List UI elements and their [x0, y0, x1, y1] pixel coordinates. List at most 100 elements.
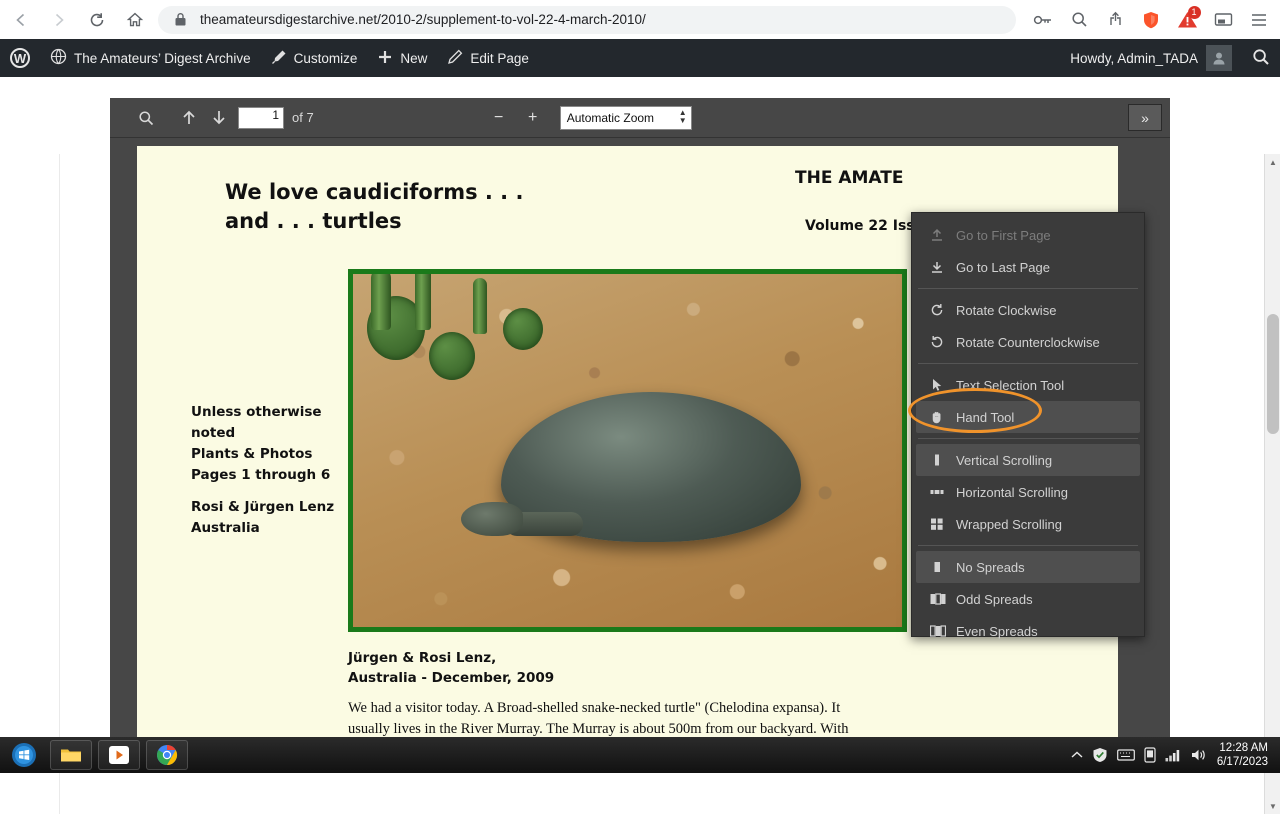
turtle-head	[461, 502, 523, 536]
system-tray: 12:28 AM 6/17/2023	[1071, 741, 1280, 769]
site-name-label: The Amateurs’ Digest Archive	[74, 50, 251, 66]
zoom-out-button[interactable]: −	[486, 106, 512, 130]
menu-separator	[918, 288, 1138, 289]
taskbar-file-explorer[interactable]	[50, 740, 92, 770]
edit-page-label: Edit Page	[470, 50, 529, 66]
wordpress-logo-icon: W	[10, 48, 30, 68]
antivirus-icon[interactable]	[1092, 747, 1108, 763]
hamburger-menu-icon[interactable]	[1242, 3, 1276, 37]
menu-label: Rotate Counterclockwise	[956, 334, 1100, 350]
menu-label: Horizontal Scrolling	[956, 484, 1068, 500]
pencil-icon	[447, 49, 463, 68]
reload-button[interactable]	[80, 3, 114, 37]
sidebar-note-line3: Plants & Photos	[191, 446, 313, 462]
horizontal-scroll-icon	[930, 485, 950, 499]
cactus-column	[473, 278, 487, 334]
menu-item-rotate-clockwise[interactable]: Rotate Clockwise	[912, 294, 1144, 326]
pdf-title-block: We love caudiciforms . . . and . . . tur…	[225, 178, 523, 236]
pdf-title-line2: and . . . turtles	[225, 209, 402, 233]
wrapped-scroll-icon	[930, 517, 950, 531]
menu-item-wrapped-scrolling[interactable]: Wrapped Scrolling	[912, 508, 1144, 540]
back-button[interactable]	[4, 3, 38, 37]
taskbar-chrome[interactable]	[146, 740, 188, 770]
pdf-title-line1: We love caudiciforms . . .	[225, 180, 524, 204]
secondary-toolbar-toggle[interactable]: »	[1128, 104, 1162, 131]
plus-icon	[377, 49, 393, 68]
menu-item-rotate-counterclockwise[interactable]: Rotate Counterclockwise	[912, 326, 1144, 358]
home-button[interactable]	[118, 3, 152, 37]
toolbar-right-actions: 1	[1024, 3, 1280, 37]
menu-item-vertical-scrolling[interactable]: Vertical Scrolling	[916, 444, 1140, 476]
menu-item-odd-spreads[interactable]: Odd Spreads	[912, 583, 1144, 615]
sidebar-credit-line1: Rosi & Jürgen Lenz	[191, 499, 335, 515]
highlight-annotation	[908, 388, 1042, 433]
adminbar-site-name[interactable]: The Amateurs’ Digest Archive	[40, 39, 261, 77]
menu-label: Wrapped Scrolling	[956, 516, 1062, 532]
adminbar-search[interactable]	[1242, 39, 1280, 77]
next-page-button[interactable]	[205, 105, 233, 131]
site-icon	[50, 48, 67, 68]
menu-item-go-to-first-page[interactable]: Go to First Page	[912, 219, 1144, 251]
adminbar-new[interactable]: New	[367, 39, 437, 77]
adminbar-right: Howdy, Admin_TADA	[1060, 39, 1280, 77]
vertical-scroll-icon	[930, 453, 950, 467]
show-hidden-icons-icon[interactable]	[1071, 750, 1083, 760]
device-icon[interactable]	[1144, 747, 1156, 763]
previous-page-button[interactable]	[175, 105, 203, 131]
menu-item-even-spreads[interactable]: Even Spreads	[912, 615, 1144, 647]
howdy-label: Howdy, Admin_TADA	[1070, 50, 1198, 66]
first-page-icon	[930, 228, 950, 242]
menu-item-go-to-last-page[interactable]: Go to Last Page	[912, 251, 1144, 283]
cast-icon[interactable]	[1206, 3, 1240, 37]
find-icon[interactable]	[132, 105, 160, 131]
page-number-input[interactable]: 1	[238, 106, 284, 129]
zoom-in-button[interactable]: +	[520, 106, 546, 130]
photo-credit-line1: Jürgen & Rosi Lenz,	[348, 650, 497, 666]
warning-triangle-icon[interactable]: 1	[1170, 3, 1204, 37]
adminbar-howdy[interactable]: Howdy, Admin_TADA	[1060, 39, 1242, 77]
scroll-down-icon[interactable]: ▼	[1265, 798, 1280, 814]
scroll-up-icon[interactable]: ▲	[1265, 154, 1280, 170]
key-icon[interactable]	[1026, 3, 1060, 37]
browser-toolbar: theamateursdigestarchive.net/2010-2/supp…	[0, 0, 1280, 39]
address-bar[interactable]: theamateursdigestarchive.net/2010-2/supp…	[158, 5, 1016, 34]
taskbar-media-player[interactable]	[98, 740, 140, 770]
sidebar-note-line2: noted	[191, 425, 236, 441]
menu-item-no-spreads[interactable]: No Spreads	[916, 551, 1140, 583]
zoom-controls: − + Automatic Zoom ▲ ▼	[486, 105, 692, 130]
adminbar-edit-page[interactable]: Edit Page	[437, 39, 539, 77]
menu-label: Even Spreads	[956, 623, 1038, 639]
pdf-body-text: We had a visitor today. A Broad-shelled …	[348, 698, 948, 737]
page-body: 1 of 7 − + Automatic Zoom ▲ ▼ » We love …	[0, 77, 1280, 814]
menu-label: Rotate Clockwise	[956, 302, 1057, 318]
forward-button[interactable]	[42, 3, 76, 37]
odd-spreads-icon	[930, 592, 950, 606]
pdf-photo	[348, 269, 907, 632]
volume-icon[interactable]	[1191, 748, 1208, 762]
page-scrollbar[interactable]: ▲ ▼	[1264, 154, 1280, 814]
taskbar-clock[interactable]: 12:28 AM 6/17/2023	[1217, 741, 1274, 769]
clock-date: 6/17/2023	[1216, 756, 1268, 768]
even-spreads-icon	[930, 624, 950, 638]
adminbar-wordpress-logo[interactable]: W	[0, 39, 40, 77]
menu-item-horizontal-scrolling[interactable]: Horizontal Scrolling	[912, 476, 1144, 508]
customize-label: Customize	[293, 50, 358, 66]
windows-taskbar: 12:28 AM 6/17/2023	[0, 737, 1280, 773]
brave-shield-icon[interactable]	[1134, 3, 1168, 37]
share-icon[interactable]	[1098, 3, 1132, 37]
cactus-column	[371, 274, 391, 330]
menu-separator	[918, 545, 1138, 546]
zoom-icon[interactable]	[1062, 3, 1096, 37]
scrollbar-thumb[interactable]	[1267, 314, 1279, 434]
photo-credit-line2: Australia - December, 2009	[348, 670, 555, 686]
menu-label: Go to First Page	[956, 227, 1051, 243]
keyboard-icon[interactable]	[1116, 749, 1135, 761]
cactus-column	[415, 274, 431, 330]
zoom-level-select[interactable]: Automatic Zoom ▲ ▼	[559, 105, 692, 130]
pdf-sidebar-note: Unless otherwise noted Plants & Photos P…	[191, 402, 371, 539]
lock-icon	[168, 8, 192, 32]
adminbar-customize[interactable]: Customize	[261, 39, 368, 77]
windows-start-icon[interactable]	[4, 740, 44, 770]
body-line1: We had a visitor today. A Broad-shelled …	[348, 700, 841, 716]
network-icon[interactable]	[1165, 748, 1182, 762]
